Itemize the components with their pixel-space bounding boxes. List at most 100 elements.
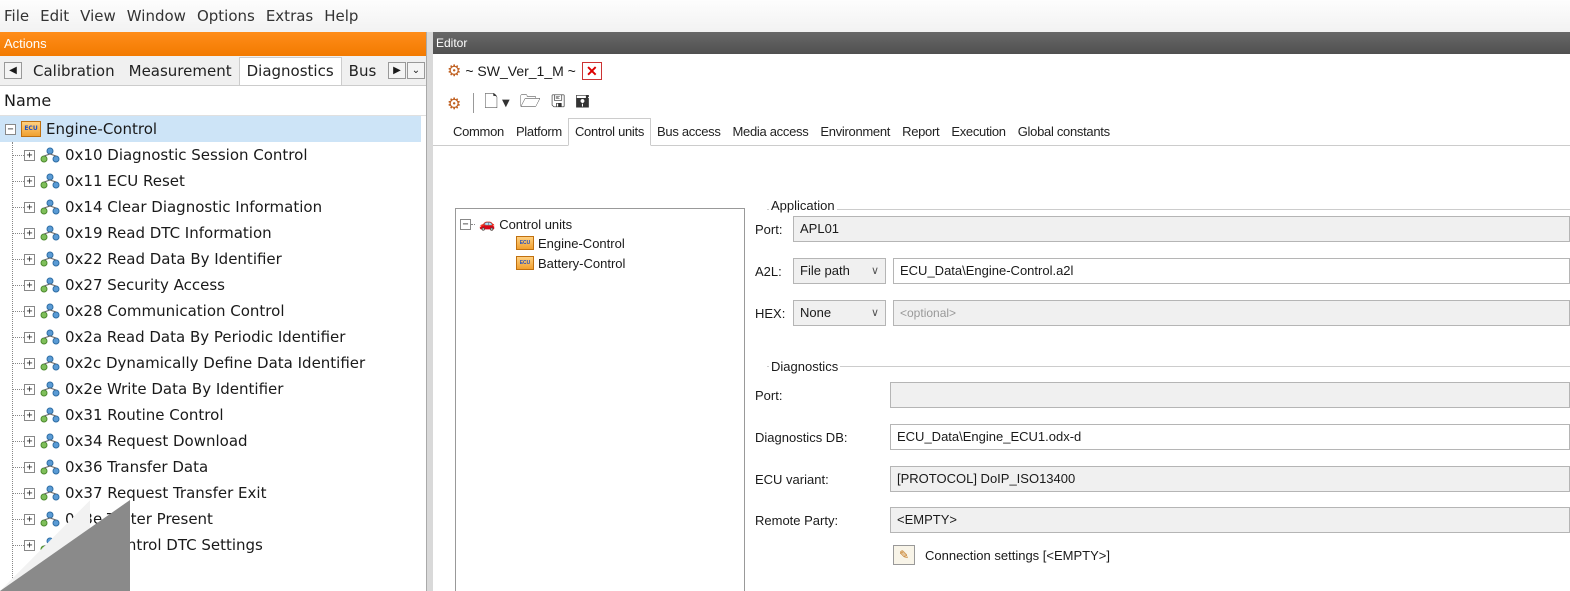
control-unit-label: Battery-Control <box>538 255 626 271</box>
tree-connector <box>13 466 24 468</box>
service-tree-item[interactable]: +0x31 Routine Control <box>0 402 426 428</box>
tab-environment[interactable]: Environment <box>814 124 896 145</box>
expand-icon[interactable]: + <box>24 305 35 317</box>
tab-calibration[interactable]: Calibration <box>26 62 122 85</box>
ecu-variant-field[interactable]: [PROTOCOL] DoIP_ISO13400 <box>890 466 1570 492</box>
menu-options[interactable]: Options <box>197 7 255 25</box>
hex-path-field[interactable]: <optional> <box>893 300 1570 326</box>
tab-scroll-right-icon[interactable]: ▶ <box>388 62 406 79</box>
expand-icon[interactable]: + <box>24 253 35 265</box>
tab-control-units[interactable]: Control units <box>567 118 652 146</box>
diagnostics-db-field[interactable]: ECU_Data\Engine_ECU1.odx-d <box>890 424 1570 450</box>
diag-port-field[interactable] <box>890 382 1570 408</box>
service-icon <box>40 199 60 215</box>
service-tree-item[interactable]: +0x14 Clear Diagnostic Information <box>0 194 426 220</box>
open-folder-icon[interactable]: 🗁 <box>520 89 541 118</box>
service-tree-item[interactable]: +0x22 Read Data By Identifier <box>0 246 426 272</box>
tab-media-access[interactable]: Media access <box>727 124 815 145</box>
expand-icon[interactable]: + <box>24 201 35 213</box>
tree-connector <box>13 362 24 364</box>
collapse-icon[interactable]: − <box>460 218 471 230</box>
tree-connector <box>13 388 24 390</box>
service-tree-item[interactable]: +0x10 Diagnostic Session Control <box>0 142 426 168</box>
expand-icon[interactable]: + <box>24 149 35 161</box>
services-tree: − ECU Engine-Control +0x10 Diagnostic Se… <box>0 116 426 591</box>
service-tree-item[interactable]: +0x2a Read Data By Periodic Identifier <box>0 324 426 350</box>
connection-settings-label: Connection settings [<EMPTY>] <box>925 547 1110 563</box>
menu-extras[interactable]: Extras <box>266 7 313 25</box>
connection-settings-button[interactable]: ✎ Connection settings [<EMPTY>] <box>893 545 1110 565</box>
config-gear-icon[interactable]: ⚙ <box>447 94 461 113</box>
menu-view[interactable]: View <box>80 7 116 25</box>
expand-icon[interactable]: + <box>24 409 35 421</box>
tab-platform[interactable]: Platform <box>510 124 568 145</box>
tab-global-constants[interactable]: Global constants <box>1012 124 1116 145</box>
service-tree-item[interactable]: +0x27 Security Access <box>0 272 426 298</box>
service-tree-item[interactable]: +0x37 Request Transfer Exit <box>0 480 426 506</box>
new-file-icon[interactable]: 🗋 <box>484 89 498 118</box>
app-port-field[interactable]: APL01 <box>793 216 1570 242</box>
expand-icon[interactable]: + <box>24 539 35 551</box>
tab-measurement[interactable]: Measurement <box>122 62 239 85</box>
tab-execution[interactable]: Execution <box>945 124 1011 145</box>
service-tree-item[interactable]: +0x28 Communication Control <box>0 298 426 324</box>
menu-edit[interactable]: Edit <box>40 7 69 25</box>
service-tree-item[interactable]: +0x11 ECU Reset <box>0 168 426 194</box>
service-label: 0x37 Request Transfer Exit <box>65 484 267 502</box>
save-all-icon[interactable]: 🖬 <box>575 89 589 118</box>
tree-connector <box>13 544 24 546</box>
close-icon[interactable]: ✕ <box>581 62 602 80</box>
expand-icon[interactable]: + <box>24 357 35 369</box>
application-group-border <box>767 209 1570 210</box>
control-units-root[interactable]: − 🚗 Control units <box>460 215 572 233</box>
service-icon <box>40 433 60 449</box>
tab-list-dropdown-icon[interactable]: ⌄ <box>407 62 425 79</box>
actions-panel: Actions ◀ Calibration Measurement Diagno… <box>0 32 427 591</box>
service-icon <box>40 459 60 475</box>
expand-icon[interactable]: + <box>24 435 35 447</box>
name-column-header[interactable]: Name <box>0 86 426 116</box>
service-tree-item[interactable]: +0x36 Transfer Data <box>0 454 426 480</box>
diagnostics-group-title: Diagnostics <box>769 359 841 374</box>
expand-icon[interactable]: + <box>24 383 35 395</box>
expand-icon[interactable]: + <box>24 227 35 239</box>
new-file-dropdown-icon[interactable]: ▼ <box>502 98 510 109</box>
control-unit-engine[interactable]: ECU Engine-Control <box>516 234 625 252</box>
editor-panel-title: Editor <box>433 32 1570 54</box>
service-tree-item[interactable]: +0x2c Dynamically Define Data Identifier <box>0 350 426 376</box>
expand-icon[interactable]: + <box>24 461 35 473</box>
tree-connector <box>13 310 24 312</box>
remote-party-field[interactable]: <EMPTY> <box>890 507 1570 533</box>
config-tab-bar: Common Platform Control units Bus access… <box>433 118 1570 146</box>
expand-icon[interactable]: + <box>24 513 35 525</box>
menu-file[interactable]: File <box>4 7 29 25</box>
tab-scroll-left-icon[interactable]: ◀ <box>4 62 22 79</box>
service-tree-item[interactable]: +0x19 Read DTC Information <box>0 220 426 246</box>
menu-window[interactable]: Window <box>127 7 186 25</box>
service-tree-item[interactable]: +0x2e Write Data By Identifier <box>0 376 426 402</box>
tree-connector <box>13 206 24 208</box>
expand-icon[interactable]: + <box>24 331 35 343</box>
tab-report[interactable]: Report <box>896 124 945 145</box>
diagnostics-db-label: Diagnostics DB: <box>755 430 848 445</box>
service-tree-item[interactable]: +0x34 Request Download <box>0 428 426 454</box>
service-label: 0x28 Communication Control <box>65 302 285 320</box>
ecu-icon: ECU <box>516 236 534 250</box>
a2l-path-field[interactable]: ECU_Data\Engine-Control.a2l <box>893 258 1570 284</box>
hex-mode-select[interactable]: None ∨ <box>793 300 886 326</box>
control-unit-battery[interactable]: ECU Battery-Control <box>516 254 625 272</box>
menu-help[interactable]: Help <box>324 7 358 25</box>
tree-connector <box>13 258 24 260</box>
tab-bus[interactable]: Bus <box>342 62 384 85</box>
tab-bus-access[interactable]: Bus access <box>651 124 726 145</box>
tab-diagnostics[interactable]: Diagnostics <box>238 57 342 85</box>
tree-root-engine-control[interactable]: − ECU Engine-Control <box>0 116 421 142</box>
expand-icon[interactable]: + <box>24 279 35 291</box>
save-icon[interactable]: 🖫 <box>551 89 565 118</box>
expand-icon[interactable]: + <box>24 487 35 499</box>
document-tab[interactable]: ⚙ ~ SW_Ver_1_M ~ ✕ <box>447 61 602 81</box>
tab-common[interactable]: Common <box>447 124 510 145</box>
a2l-mode-select[interactable]: File path ∨ <box>793 258 886 284</box>
expand-icon[interactable]: + <box>24 175 35 187</box>
collapse-icon[interactable]: − <box>5 123 16 135</box>
